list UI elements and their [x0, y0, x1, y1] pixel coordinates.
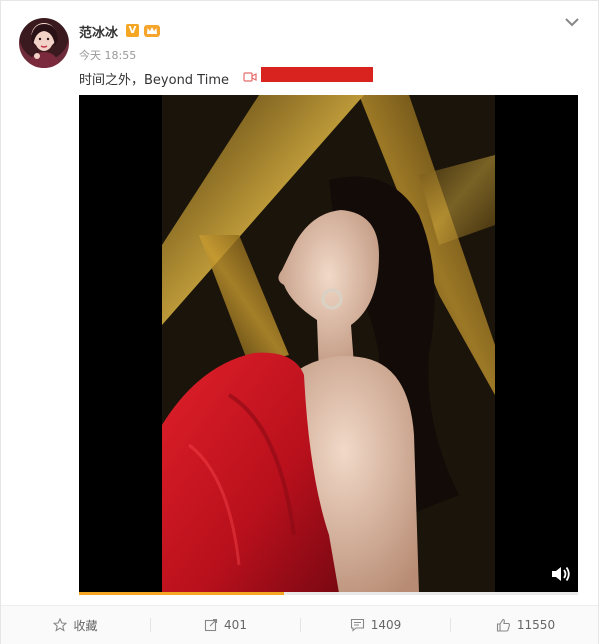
crown-icon: [144, 25, 160, 37]
post-text: 时间之外，Beyond Time: [79, 73, 230, 88]
favorite-label: 收藏: [73, 618, 98, 633]
like-count: 11550: [516, 618, 556, 632]
redacted-link: [261, 67, 373, 82]
repost-icon: [204, 618, 218, 632]
action-bar: 收藏 401 1409 11550: [1, 605, 598, 644]
comment-count: 1409: [370, 618, 402, 632]
post-timestamp[interactable]: 今天 18:55: [79, 47, 136, 63]
video-progress-fill: [79, 592, 284, 595]
video-camera-icon: [243, 72, 257, 82]
star-icon: [53, 618, 68, 632]
author-name[interactable]: 范冰冰: [79, 22, 118, 41]
comment-icon: [350, 618, 364, 632]
repost-count: 401: [224, 618, 247, 632]
like-button[interactable]: 11550: [451, 606, 599, 644]
avatar[interactable]: [19, 18, 69, 68]
verified-badge-icon: V: [126, 24, 139, 37]
video-player[interactable]: [79, 95, 578, 593]
weibo-post-card: 范冰冰 V 今天 18:55 时间之外，Beyond Time 收藏 401 1…: [0, 0, 599, 644]
comment-button[interactable]: 1409: [301, 606, 450, 644]
video-progress-bar[interactable]: [79, 592, 578, 595]
repost-button[interactable]: 401: [151, 606, 300, 644]
volume-icon[interactable]: [550, 565, 572, 583]
thumbs-up-icon: [496, 618, 510, 632]
chevron-down-icon[interactable]: [564, 16, 580, 28]
favorite-button[interactable]: 收藏: [1, 606, 150, 644]
